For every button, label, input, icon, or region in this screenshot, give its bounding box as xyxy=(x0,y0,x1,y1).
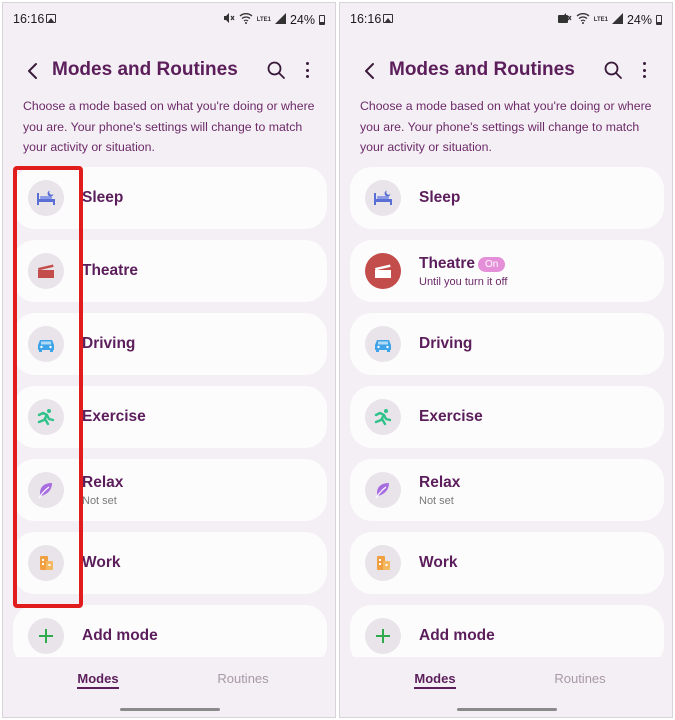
gallery-icon xyxy=(383,14,393,23)
plus-icon xyxy=(28,618,64,654)
bed-icon xyxy=(365,180,401,216)
mode-card-exercise[interactable]: Exercise xyxy=(350,386,664,448)
status-icons: LTE1 24% xyxy=(223,12,325,27)
mode-label: Sleep xyxy=(419,189,461,206)
mode-label: Driving xyxy=(419,335,473,352)
tab-modes-label: Modes xyxy=(77,671,119,689)
home-indicator[interactable] xyxy=(120,708,220,711)
phone-screen-left: 16:16 LTE1 24% Modes and Routines Choose xyxy=(2,2,336,718)
bottom-nav: Modes Routines xyxy=(3,657,335,697)
battery-icon xyxy=(656,14,662,25)
mode-status: Until you turn it off xyxy=(419,276,508,288)
car-icon xyxy=(365,326,401,362)
on-badge: On xyxy=(478,257,506,272)
mute-icon xyxy=(223,12,235,27)
tab-routines[interactable]: Routines xyxy=(500,671,660,686)
signal-icon xyxy=(274,12,286,27)
mode-card-relax[interactable]: Relax Not set xyxy=(350,459,664,521)
lte-icon: LTE1 xyxy=(256,16,271,23)
plus-icon xyxy=(365,618,401,654)
bottom-nav: Modes Routines xyxy=(340,657,672,697)
mute-icon xyxy=(560,12,572,27)
battery-percent: 24% xyxy=(626,12,652,27)
mode-card-work[interactable]: Work xyxy=(350,532,664,594)
signal-icon xyxy=(611,12,623,27)
description-text: Choose a mode based on what you're doing… xyxy=(360,99,652,154)
mode-label: Theatre xyxy=(419,255,475,272)
wifi-icon xyxy=(239,12,253,27)
mode-label: Relax xyxy=(419,474,461,491)
mode-label: Theatre xyxy=(82,262,138,279)
status-icons: LTE1 24% xyxy=(560,12,662,27)
mode-label: Work xyxy=(82,554,121,571)
mode-label: Sleep xyxy=(82,189,124,206)
mode-label: Exercise xyxy=(82,408,146,425)
app-bar: Modes and Routines xyxy=(3,53,335,89)
lte-icon: LTE1 xyxy=(593,16,608,23)
page-title: Modes and Routines xyxy=(389,59,575,80)
status-bar: 16:16 LTE1 24% xyxy=(340,3,672,35)
tab-modes-label: Modes xyxy=(414,671,456,689)
running-icon xyxy=(365,399,401,435)
tab-routines[interactable]: Routines xyxy=(163,671,323,686)
add-mode-label: Add mode xyxy=(419,627,495,644)
mode-card-driving[interactable]: Driving xyxy=(350,313,664,375)
gallery-icon xyxy=(46,14,56,23)
phone-screen-right: 16:16 LTE1 24% Modes and Routines Choose… xyxy=(339,2,673,718)
mode-card-sleep[interactable]: Sleep xyxy=(350,167,664,229)
highlight-box xyxy=(13,166,83,608)
wifi-icon xyxy=(576,12,590,27)
mode-label: Driving xyxy=(82,335,136,352)
more-options-icon[interactable] xyxy=(301,60,313,80)
mode-status: Not set xyxy=(82,495,117,507)
back-icon[interactable] xyxy=(359,61,379,81)
clapperboard-icon xyxy=(365,253,401,289)
battery-icon xyxy=(319,14,325,25)
add-mode-label: Add mode xyxy=(82,627,158,644)
mode-label: Relax xyxy=(82,474,124,491)
leaf-icon xyxy=(365,472,401,508)
status-time: 16:16 xyxy=(13,12,45,26)
mode-label: Work xyxy=(419,554,458,571)
battery-percent: 24% xyxy=(289,12,315,27)
description-text: Choose a mode based on what you're doing… xyxy=(23,99,315,154)
search-icon[interactable] xyxy=(603,60,623,80)
more-options-icon[interactable] xyxy=(638,60,650,80)
back-icon[interactable] xyxy=(22,61,42,81)
page-title: Modes and Routines xyxy=(52,59,238,80)
mode-status: Not set xyxy=(419,495,454,507)
status-time: 16:16 xyxy=(350,12,382,26)
search-icon[interactable] xyxy=(266,60,286,80)
home-indicator[interactable] xyxy=(457,708,557,711)
app-bar: Modes and Routines xyxy=(340,53,672,89)
status-bar: 16:16 LTE1 24% xyxy=(3,3,335,35)
building-icon xyxy=(365,545,401,581)
mode-card-theatre[interactable]: Theatre On Until you turn it off xyxy=(350,240,664,302)
mode-label: Exercise xyxy=(419,408,483,425)
